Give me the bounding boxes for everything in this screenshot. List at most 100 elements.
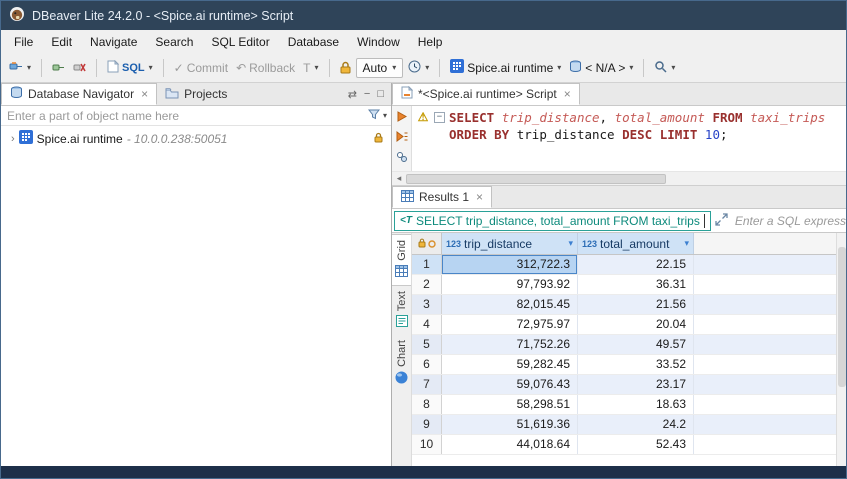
filter-settings-button[interactable]: ▾ (368, 109, 387, 123)
editor-horizontal-scrollbar[interactable]: ◂ (392, 172, 846, 186)
table-cell[interactable]: 59,282.45 (442, 355, 578, 374)
code-line[interactable]: −SELECT trip_distance, total_amount FROM… (434, 109, 846, 126)
connect-button[interactable] (49, 58, 68, 77)
table-cell[interactable]: 21.56 (578, 295, 694, 314)
table-cell[interactable]: 52.43 (578, 435, 694, 454)
row-number[interactable]: 6 (412, 355, 442, 374)
tab-projects[interactable]: Projects (157, 83, 235, 105)
table-cell[interactable]: 36.31 (578, 275, 694, 294)
tab-database-navigator[interactable]: Database Navigator × (1, 83, 157, 105)
dropdown-icon[interactable]: ▾ (27, 63, 31, 72)
close-icon[interactable]: × (476, 190, 483, 204)
search-button[interactable]: ▾ (651, 57, 678, 79)
results-vertical-scrollbar[interactable] (836, 233, 846, 466)
maximize-icon[interactable]: □ (377, 88, 384, 100)
connection-tree-item[interactable]: › Spice.ai runtime - 10.0.0.238:50051 (1, 129, 391, 148)
row-number[interactable]: 7 (412, 375, 442, 394)
table-cell[interactable]: 58,298.51 (442, 395, 578, 414)
table-cell[interactable]: 312,722.3 (442, 255, 578, 274)
new-connection-button[interactable]: ▾ (6, 57, 34, 79)
row-number[interactable]: 5 (412, 335, 442, 354)
active-schema-select[interactable]: < N/A > ▾ (566, 57, 636, 79)
table-cell[interactable]: 33.52 (578, 355, 694, 374)
menu-search[interactable]: Search (146, 31, 202, 53)
table-cell[interactable]: 22.15 (578, 255, 694, 274)
close-icon[interactable]: × (141, 87, 148, 101)
row-number[interactable]: 8 (412, 395, 442, 414)
sql-editor-icon (107, 60, 119, 76)
table-cell[interactable]: 20.04 (578, 315, 694, 334)
sort-desc-icon[interactable]: ▾ (568, 238, 573, 249)
table-cell[interactable]: 71,752.26 (442, 335, 578, 354)
sort-desc-icon[interactable]: ▾ (684, 238, 689, 249)
table-cell[interactable]: 18.63 (578, 395, 694, 414)
readonly-lock-button[interactable] (337, 58, 354, 77)
explain-plan-button[interactable] (396, 151, 408, 166)
code-line[interactable]: ORDER BY trip_distance DESC LIMIT 10; (434, 126, 846, 143)
disconnect-button[interactable] (70, 58, 89, 77)
dropdown-icon[interactable]: ▾ (671, 63, 675, 72)
dropdown-icon[interactable]: ▾ (425, 63, 429, 72)
table-cell[interactable]: 44,018.64 (442, 435, 578, 454)
column-label: trip_distance (464, 237, 565, 251)
tab-chart-view[interactable]: Chart (392, 335, 411, 392)
row-number[interactable]: 1 (412, 255, 442, 274)
filter-sql-text: SELECT trip_distance, total_amount FROM … (416, 214, 700, 228)
column-header-trip-distance[interactable]: 123 trip_distance ▾ (442, 233, 578, 254)
results-tabbar: Results 1 × (392, 186, 846, 209)
results-filter-input[interactable]: <T SELECT trip_distance, total_amount FR… (394, 211, 711, 231)
expander-icon[interactable]: › (11, 133, 15, 145)
column-header-total-amount[interactable]: 123 total_amount ▾ (578, 233, 694, 254)
grid-corner-cell[interactable] (412, 233, 442, 254)
scrollbar-thumb[interactable] (838, 247, 846, 387)
menu-navigate[interactable]: Navigate (81, 31, 146, 53)
fold-collapse-icon[interactable]: − (434, 112, 445, 123)
transaction-mode-button[interactable]: T ▾ (300, 58, 321, 78)
tab-results-1[interactable]: Results 1 × (392, 186, 492, 208)
tab-text-view[interactable]: Text (392, 286, 411, 335)
tab-grid-view[interactable]: Grid (392, 234, 411, 286)
object-filter-input[interactable] (7, 109, 368, 123)
row-number[interactable]: 4 (412, 315, 442, 334)
execute-script-button[interactable] (396, 131, 408, 145)
expand-filter-button[interactable] (715, 213, 728, 229)
menu-window[interactable]: Window (348, 31, 409, 53)
open-sql-editor-button[interactable]: SQL ▾ (104, 57, 156, 79)
tab-script[interactable]: *<Spice.ai runtime> Script × (392, 83, 580, 105)
rollback-button[interactable]: ↶ Rollback (233, 58, 298, 78)
table-cell[interactable]: 51,619.36 (442, 415, 578, 434)
dropdown-icon[interactable]: ▾ (315, 63, 319, 72)
table-cell[interactable]: 24.2 (578, 415, 694, 434)
scroll-left-icon[interactable]: ◂ (392, 173, 406, 184)
table-cell[interactable]: 49.57 (578, 335, 694, 354)
active-connection-select[interactable]: Spice.ai runtime ▾ (447, 56, 564, 79)
table-cell[interactable]: 59,076.43 (442, 375, 578, 394)
row-number[interactable]: 2 (412, 275, 442, 294)
dropdown-icon[interactable]: ▾ (383, 111, 387, 120)
row-number[interactable]: 10 (412, 435, 442, 454)
table-cell[interactable]: 23.17 (578, 375, 694, 394)
sql-token: trip_distance (502, 109, 600, 126)
tab-label: Database Navigator (28, 87, 134, 101)
sql-code-area[interactable]: −SELECT trip_distance, total_amount FROM… (434, 106, 846, 171)
menu-edit[interactable]: Edit (42, 31, 81, 53)
menu-sql-editor[interactable]: SQL Editor (202, 31, 278, 53)
autocommit-select[interactable]: Auto ▾ (356, 58, 404, 78)
menu-database[interactable]: Database (279, 31, 348, 53)
row-number[interactable]: 3 (412, 295, 442, 314)
sql-script-icon (401, 86, 413, 102)
commit-button[interactable]: ✓ Commit (171, 58, 231, 78)
table-cell[interactable]: 97,793.92 (442, 275, 578, 294)
menu-file[interactable]: File (5, 31, 42, 53)
minimize-icon[interactable]: − (364, 88, 370, 100)
row-number[interactable]: 9 (412, 415, 442, 434)
menu-help[interactable]: Help (409, 31, 452, 53)
scrollbar-thumb[interactable] (406, 174, 666, 184)
execute-statement-button[interactable] (396, 111, 407, 125)
dropdown-icon[interactable]: ▾ (149, 63, 153, 72)
close-icon[interactable]: × (564, 87, 571, 101)
link-editor-icon[interactable]: ⇄ (348, 88, 357, 101)
transaction-log-button[interactable]: ▾ (405, 57, 432, 79)
table-cell[interactable]: 82,015.45 (442, 295, 578, 314)
table-cell[interactable]: 72,975.97 (442, 315, 578, 334)
